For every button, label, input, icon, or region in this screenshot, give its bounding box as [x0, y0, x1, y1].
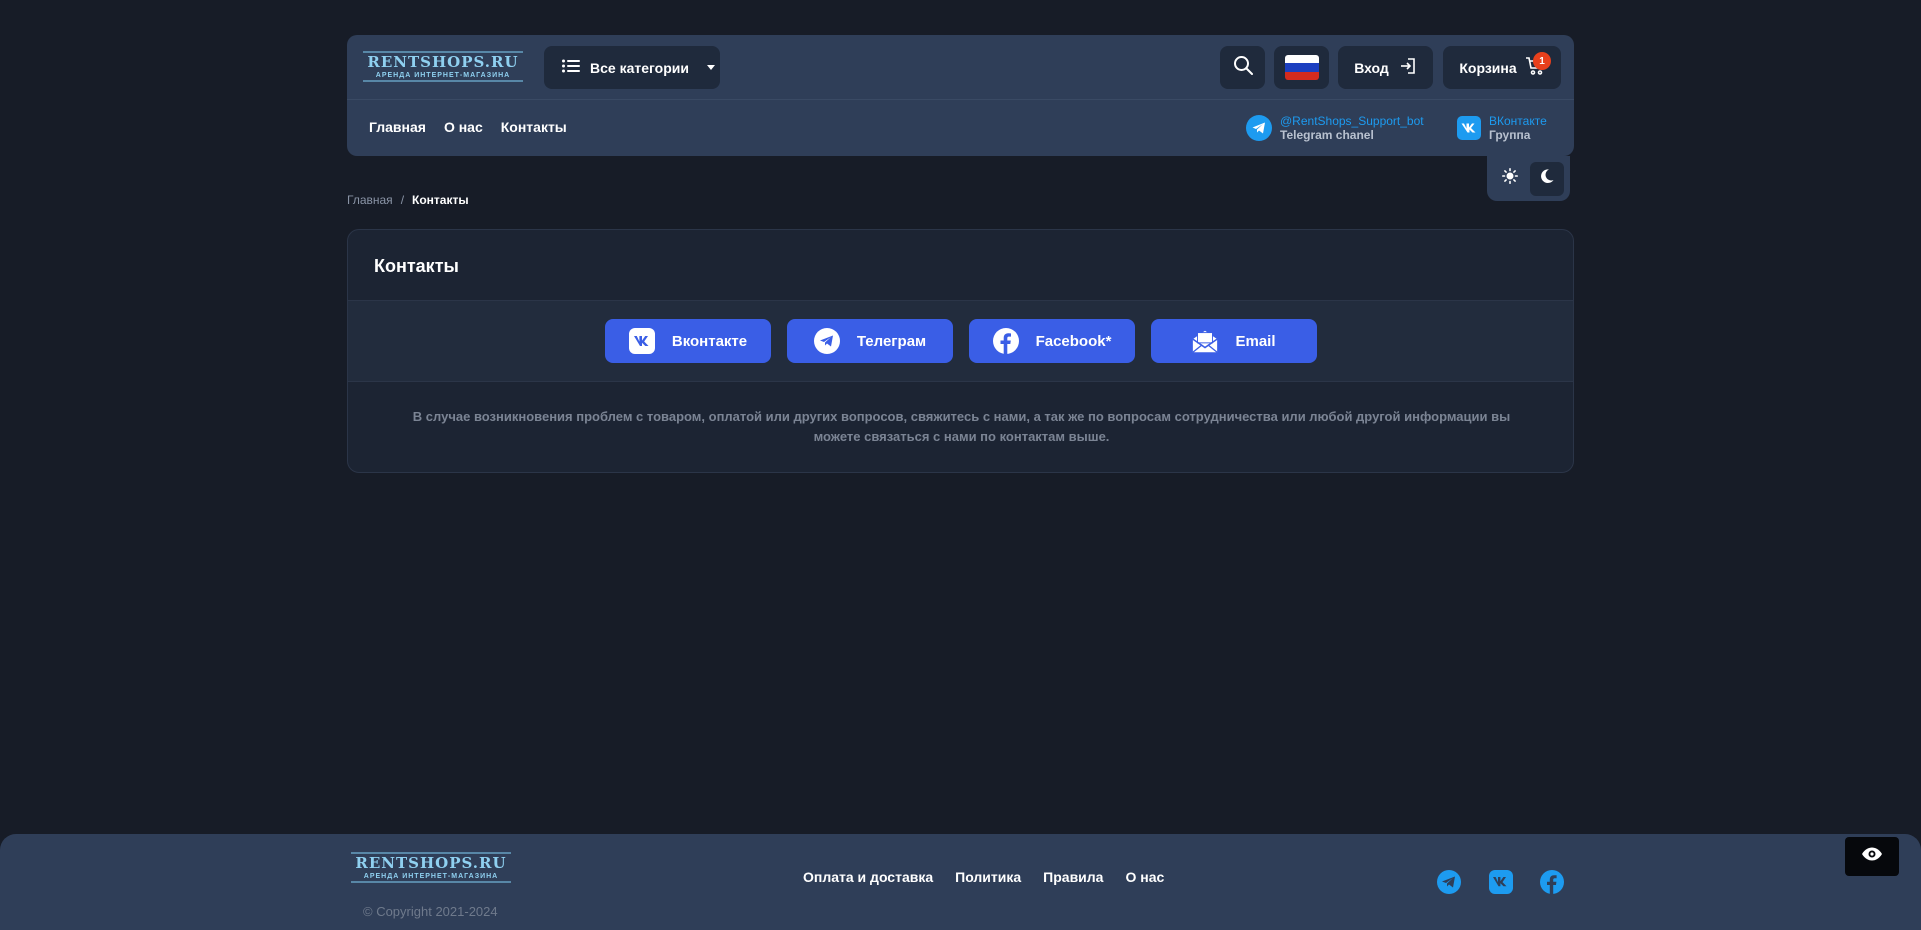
- telegram-icon: [1246, 115, 1272, 141]
- site-logo[interactable]: RENTSHOPS.RU АРЕНДА ИНТЕРНЕТ-МАГАЗИНА: [363, 47, 523, 85]
- breadcrumb: Главная / Контакты: [347, 193, 469, 207]
- footer-logo-main-text: RENTSHOPS.RU: [355, 853, 507, 872]
- contact-buttons: Вконтакте Телеграм Facebook* Email: [348, 319, 1573, 363]
- vk-caption: Группа: [1489, 128, 1531, 142]
- footer-logo[interactable]: RENTSHOPS.RU АРЕНДА ИНТЕРНЕТ-МАГАЗИНА: [351, 848, 511, 886]
- footer-link-policy[interactable]: Политика: [955, 869, 1021, 885]
- envelope-icon: [1191, 327, 1219, 355]
- telegram-contact-button[interactable]: Телеграм: [786, 319, 953, 363]
- card-divider-bottom: [348, 381, 1573, 382]
- search-button[interactable]: [1220, 46, 1265, 89]
- vk-contact-button[interactable]: Вконтакте: [604, 319, 771, 363]
- copyright-text: © Copyright 2021-2024: [363, 904, 498, 919]
- telegram-support-link[interactable]: @RentShops_Support_bot Telegram chanel: [1246, 114, 1424, 142]
- all-categories-button[interactable]: Все категории: [544, 46, 720, 89]
- search-icon: [1233, 55, 1253, 80]
- facebook-contact-label: Facebook*: [1035, 332, 1112, 350]
- footer-facebook-link[interactable]: [1539, 869, 1565, 900]
- logo-main-text: RENTSHOPS.RU: [367, 52, 519, 71]
- accessibility-button[interactable]: [1845, 837, 1899, 876]
- card-divider-top: [348, 300, 1573, 301]
- nav-item-contacts[interactable]: Контакты: [501, 119, 567, 135]
- footer-link-rules[interactable]: Правила: [1043, 869, 1103, 885]
- footer-telegram-link[interactable]: [1436, 869, 1462, 900]
- facebook-icon: [1539, 869, 1565, 900]
- login-label: Вход: [1354, 59, 1389, 76]
- vk-contact-label: Вконтакте: [671, 332, 748, 350]
- breadcrumb-home[interactable]: Главная: [347, 193, 393, 207]
- telegram-contact-label: Телеграм: [856, 332, 927, 350]
- sun-icon: [1501, 168, 1518, 189]
- footer-nav: Оплата и доставка Политика Правила О нас: [803, 869, 1164, 885]
- contacts-card: Контакты Вконтакте Телеграм Facebook* Em…: [347, 229, 1574, 473]
- moon-icon: [1539, 168, 1555, 189]
- eye-icon: [1861, 847, 1883, 866]
- light-theme-button[interactable]: [1493, 162, 1527, 196]
- footer-logo-sub-text: АРЕНДА ИНТЕРНЕТ-МАГАЗИНА: [363, 872, 499, 880]
- theme-toggle: [1487, 156, 1570, 201]
- telegram-caption: Telegram chanel: [1280, 128, 1374, 142]
- site-footer: RENTSHOPS.RU АРЕНДА ИНТЕРНЕТ-МАГАЗИНА © …: [0, 834, 1921, 930]
- facebook-icon: [992, 327, 1020, 355]
- vk-group-link[interactable]: ВКонтакте Группа: [1457, 114, 1547, 142]
- chevron-down-icon: [706, 65, 715, 70]
- header-top-row: RENTSHOPS.RU АРЕНДА ИНТЕРНЕТ-МАГАЗИНА Вс…: [347, 35, 1574, 99]
- footer-vk-link[interactable]: [1488, 869, 1514, 900]
- login-button[interactable]: Вход: [1338, 46, 1433, 89]
- vk-icon: [628, 327, 656, 355]
- vk-title: ВКонтакте: [1489, 114, 1547, 128]
- telegram-icon: [813, 327, 841, 355]
- contacts-description: В случае возникновения проблем с товаром…: [412, 409, 1511, 444]
- cart-count-badge: 1: [1533, 52, 1551, 70]
- telegram-icon: [1436, 869, 1462, 900]
- login-icon: [1399, 57, 1417, 78]
- cart-label: Корзина: [1459, 59, 1517, 76]
- footer-link-payment-delivery[interactable]: Оплата и доставка: [803, 869, 933, 885]
- breadcrumb-current: Контакты: [412, 193, 469, 207]
- all-categories-label: Все категории: [590, 59, 689, 76]
- list-icon: [562, 59, 580, 76]
- email-contact-label: Email: [1235, 332, 1276, 350]
- language-button[interactable]: [1274, 46, 1329, 89]
- footer-link-about[interactable]: О нас: [1125, 869, 1164, 885]
- facebook-contact-button[interactable]: Facebook*: [968, 319, 1135, 363]
- nav-item-home[interactable]: Главная: [369, 119, 426, 135]
- telegram-handle: @RentShops_Support_bot: [1280, 114, 1424, 128]
- logo-sub-text: АРЕНДА ИНТЕРНЕТ-МАГАЗИНА: [375, 71, 511, 79]
- main-nav: Главная О нас Контакты: [369, 119, 567, 135]
- email-contact-button[interactable]: Email: [1150, 319, 1317, 363]
- cart-button[interactable]: Корзина 1: [1443, 46, 1561, 89]
- site-header: RENTSHOPS.RU АРЕНДА ИНТЕРНЕТ-МАГАЗИНА Вс…: [347, 35, 1574, 156]
- russia-flag-icon: [1284, 55, 1319, 80]
- vk-icon: [1488, 869, 1514, 900]
- nav-item-about[interactable]: О нас: [444, 119, 483, 135]
- dark-theme-button[interactable]: [1530, 161, 1565, 196]
- page-title: Контакты: [374, 256, 459, 276]
- breadcrumb-separator: /: [400, 193, 405, 207]
- vk-icon: [1457, 116, 1481, 140]
- header-divider: [347, 99, 1574, 100]
